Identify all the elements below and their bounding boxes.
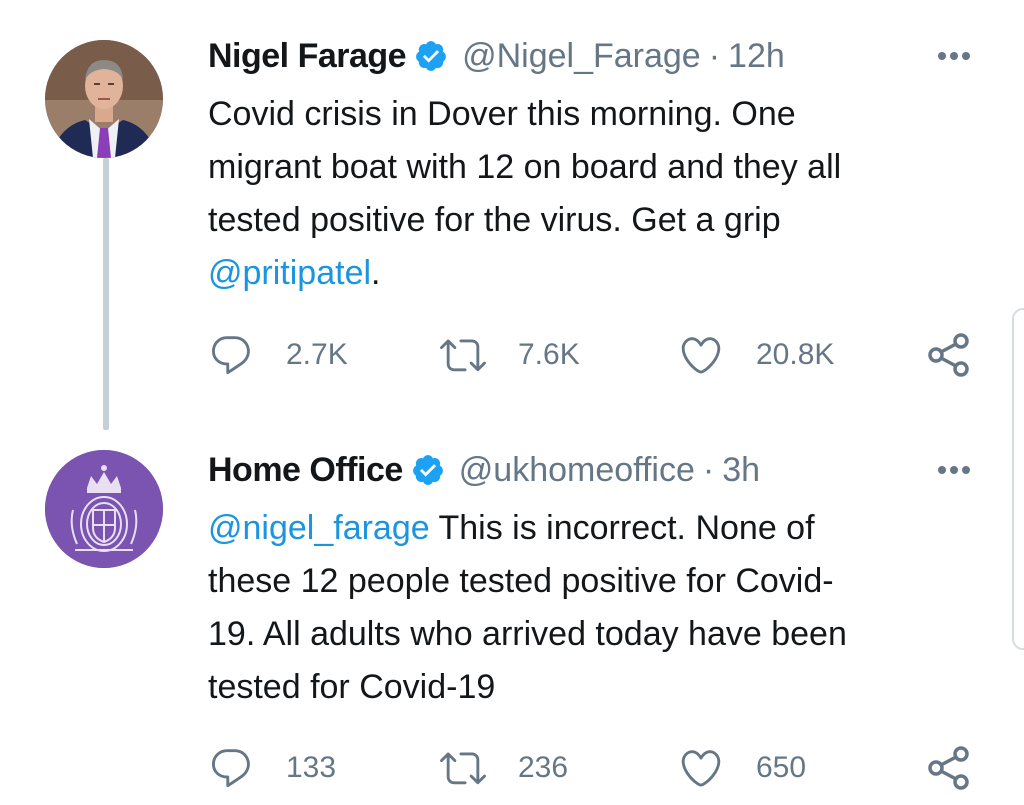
retweet-count: 236 [518,751,569,784]
mention-link[interactable]: @nigel_farage [208,509,430,547]
tweet-header: Nigel Farage @Nigel_Farage · 12h [208,30,984,82]
like-button[interactable]: 20.8K [678,330,834,380]
retweet-icon [440,339,486,372]
verified-badge-icon [412,455,443,485]
reply-button[interactable]: 2.7K [208,330,348,380]
share-button[interactable] [924,743,974,793]
avatar-nigel-farage[interactable] [45,40,163,158]
reply-button[interactable]: 133 [208,743,336,793]
retweet-button[interactable]: 7.6K [440,330,580,380]
like-icon [681,337,721,374]
tweet-text-line: 19. All adults who arrived today have be… [208,615,847,653]
tweet-home-office[interactable]: Home Office @ukhomeoffice · 3h @nigel_fa… [0,420,1024,805]
more-options-icon[interactable] [926,444,982,496]
share-icon [928,746,969,790]
tweet-nigel-farage[interactable]: Nigel Farage @Nigel_Farage · 12h Covid c… [0,0,1024,420]
reply-count: 133 [286,751,337,784]
like-count: 20.8K [756,338,835,371]
share-icon [928,333,969,377]
separator-dot: · [702,450,715,489]
separator-dot: · [708,36,721,75]
reply-icon [212,749,250,788]
reply-count: 2.7K [286,338,348,371]
crown-crest-icon [45,450,163,568]
mention-link[interactable]: @pritipatel [208,254,371,292]
like-count: 650 [756,751,807,784]
retweet-button[interactable]: 236 [440,743,568,793]
tweet-text-line: Covid crisis in Dover this morning. One [208,95,796,133]
tweet-text-line: migrant boat with 12 on board and they a… [208,148,842,186]
like-icon [681,750,721,787]
more-options-icon[interactable] [926,30,982,82]
tweet-text-line: This is incorrect. None of [429,509,815,547]
tweet-text-line: tested positive for the virus. Get a gri… [208,201,781,239]
mention-suffix: . [371,254,381,292]
share-button[interactable] [924,330,974,380]
retweet-icon [440,752,486,785]
handle[interactable]: @Nigel_Farage [462,37,701,76]
handle[interactable]: @ukhomeoffice [459,451,695,490]
tweet-header: Home Office @ukhomeoffice · 3h [208,444,984,496]
timestamp[interactable]: 3h [722,451,760,490]
tweet-actions: 2.7K 7.6K 20.8K [208,330,978,380]
tweet-text: @nigel_farage This is incorrect. None of… [208,502,988,714]
timestamp[interactable]: 12h [728,37,785,76]
verified-badge-icon [416,41,446,71]
retweet-count: 7.6K [518,338,580,371]
tweet-actions: 133 236 650 [208,743,978,793]
reply-icon [212,336,250,375]
tweet-text: Covid crisis in Dover this morning. One … [208,88,988,300]
avatar-home-office[interactable] [45,450,163,568]
like-button[interactable]: 650 [678,743,806,793]
tweet-text-line: these 12 people tested positive for Covi… [208,562,834,600]
display-name[interactable]: Nigel Farage [208,37,407,76]
display-name[interactable]: Home Office [208,451,403,490]
tweet-text-line: tested for Covid-19 [208,668,496,706]
